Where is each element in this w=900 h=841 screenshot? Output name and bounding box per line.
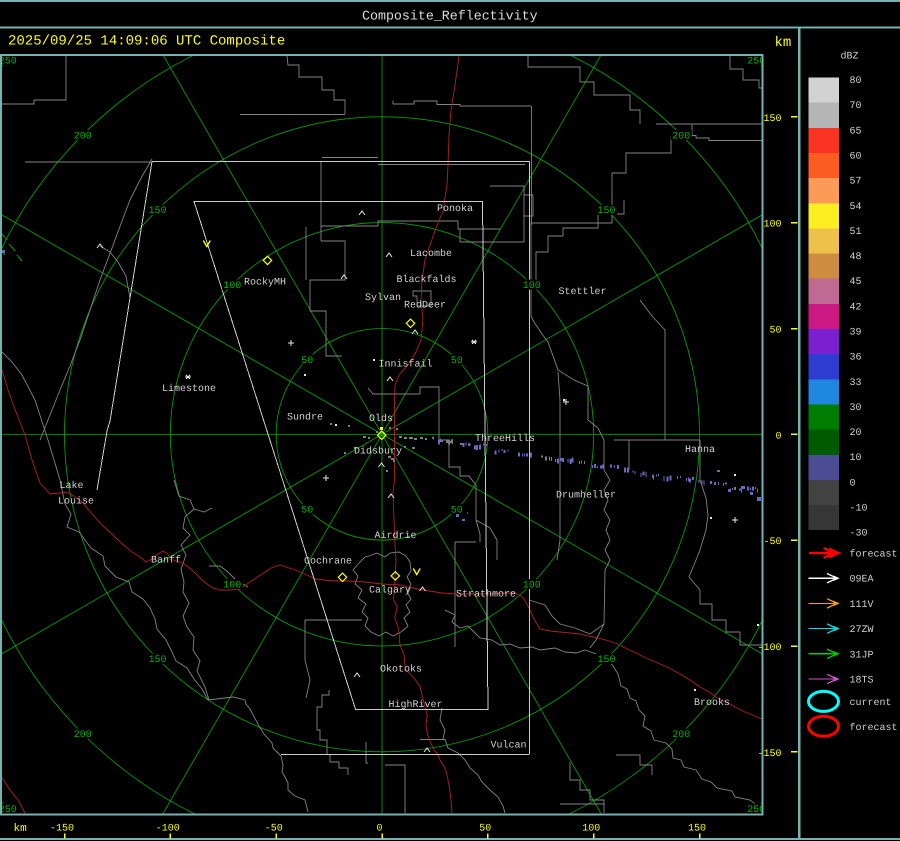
svg-text:RedDeer: RedDeer (404, 300, 446, 312)
svg-text:36: 36 (850, 353, 862, 364)
svg-text:RockyMH: RockyMH (244, 277, 286, 289)
svg-text:Stettler: Stettler (559, 286, 607, 298)
svg-text:50: 50 (301, 356, 313, 367)
svg-text:57: 57 (850, 177, 862, 188)
svg-text:current: current (850, 698, 892, 709)
svg-text:60: 60 (850, 151, 862, 162)
svg-text:100: 100 (523, 281, 541, 292)
svg-text:Louise: Louise (58, 496, 94, 508)
svg-text:65: 65 (850, 126, 862, 137)
svg-text:Cochrane: Cochrane (304, 556, 352, 568)
svg-text:200: 200 (672, 131, 690, 142)
svg-text:111V: 111V (850, 600, 874, 611)
svg-text:Sundre: Sundre (287, 412, 323, 424)
svg-text:Innisfail: Innisfail (379, 359, 433, 371)
svg-text:18TS: 18TS (850, 676, 874, 687)
svg-text:30: 30 (850, 403, 862, 414)
svg-text:Blackfalds: Blackfalds (397, 274, 457, 286)
svg-text:Lake: Lake (60, 480, 84, 492)
svg-text:50: 50 (451, 506, 463, 517)
svg-text:forecast: forecast (850, 549, 898, 561)
svg-text:80: 80 (850, 76, 862, 87)
svg-text:50: 50 (451, 356, 463, 367)
svg-text:Ponoka: Ponoka (437, 203, 473, 215)
svg-text:Calgary: Calgary (369, 585, 411, 597)
svg-text:42: 42 (850, 302, 862, 313)
svg-text:150: 150 (597, 655, 615, 666)
svg-text:10: 10 (850, 453, 862, 464)
svg-text:-150: -150 (50, 824, 74, 835)
svg-text:km: km (775, 35, 792, 51)
svg-text:Strathmore: Strathmore (456, 589, 516, 601)
svg-text:48: 48 (850, 252, 862, 263)
svg-text:39: 39 (850, 328, 862, 339)
svg-text:33: 33 (850, 378, 862, 389)
svg-text:100: 100 (223, 281, 241, 292)
svg-text:150: 150 (763, 114, 781, 125)
svg-text:09EA: 09EA (850, 575, 874, 586)
svg-text:31JP: 31JP (850, 650, 874, 661)
svg-text:150: 150 (597, 206, 615, 217)
svg-text:45: 45 (850, 277, 862, 288)
svg-text:-30: -30 (850, 529, 868, 540)
svg-text:27ZW: 27ZW (850, 625, 874, 636)
svg-text:0: 0 (376, 824, 382, 835)
svg-text:200: 200 (672, 730, 690, 741)
svg-text:Sylvan: Sylvan (365, 292, 401, 304)
svg-text:2025/09/25 14:09:06 UTC Compos: 2025/09/25 14:09:06 UTC Composite (8, 34, 285, 50)
svg-text:50: 50 (479, 824, 491, 835)
svg-text:km: km (14, 823, 28, 835)
svg-text:20: 20 (850, 428, 862, 439)
svg-text:54: 54 (850, 202, 862, 213)
svg-text:dBZ: dBZ (841, 51, 859, 63)
svg-text:-50: -50 (265, 824, 283, 835)
svg-text:50: 50 (769, 326, 781, 337)
svg-text:Banff: Banff (151, 555, 181, 567)
svg-text:Drumheller: Drumheller (556, 490, 616, 502)
svg-text:Olds: Olds (369, 413, 393, 425)
svg-text:Limestone: Limestone (162, 383, 216, 395)
svg-text:-50: -50 (763, 537, 781, 548)
svg-text:Okotoks: Okotoks (380, 664, 422, 676)
svg-text:100: 100 (763, 220, 781, 231)
svg-text:-150: -150 (757, 749, 781, 760)
svg-text:-10: -10 (850, 504, 868, 515)
svg-text:100: 100 (523, 580, 541, 591)
svg-text:-100: -100 (156, 824, 180, 835)
svg-text:Vulcan: Vulcan (491, 740, 527, 752)
svg-text:200: 200 (74, 730, 92, 741)
svg-text:150: 150 (688, 824, 706, 835)
svg-text:200: 200 (74, 131, 92, 142)
svg-text:-100: -100 (757, 643, 781, 654)
svg-text:0: 0 (850, 478, 856, 489)
svg-text:100: 100 (582, 824, 600, 835)
svg-text:100: 100 (223, 580, 241, 591)
svg-text:70: 70 (850, 101, 862, 112)
svg-text:50: 50 (301, 506, 313, 517)
svg-text:forecast: forecast (850, 722, 898, 734)
svg-text:Composite_Reflectivity: Composite_Reflectivity (362, 8, 538, 23)
svg-text:Didsbury: Didsbury (354, 446, 402, 458)
svg-text:ThreeHills: ThreeHills (475, 433, 535, 445)
svg-text:Airdrie: Airdrie (375, 530, 417, 542)
svg-text:Hanna: Hanna (685, 445, 715, 456)
svg-text:150: 150 (148, 206, 166, 217)
svg-text:HighRiver: HighRiver (389, 699, 443, 711)
svg-text:51: 51 (850, 227, 862, 238)
svg-text:Lacombe: Lacombe (410, 248, 452, 260)
svg-text:250: 250 (0, 57, 17, 68)
svg-text:0: 0 (775, 431, 781, 442)
svg-text:150: 150 (148, 655, 166, 666)
svg-text:Brooks: Brooks (694, 697, 730, 709)
